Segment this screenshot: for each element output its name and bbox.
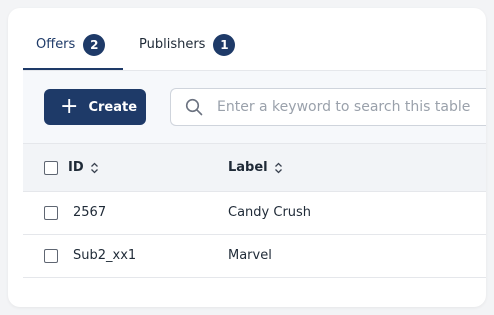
row-checkbox[interactable] — [44, 249, 58, 263]
offers-card: Offers 2 Publishers 1 + Create ID — [8, 8, 486, 307]
tab-offers[interactable]: Offers 2 — [23, 30, 123, 70]
create-button[interactable]: + Create — [44, 89, 146, 125]
select-all-checkbox[interactable] — [44, 161, 58, 175]
tab-publishers[interactable]: Publishers 1 — [139, 30, 236, 70]
tab-publishers-count-badge: 1 — [213, 34, 236, 56]
tab-offers-count-badge: 2 — [83, 34, 106, 56]
plus-icon: + — [60, 94, 79, 119]
sort-icon[interactable] — [274, 162, 283, 174]
column-header-id[interactable]: ID — [68, 160, 99, 175]
tab-bar: Offers 2 Publishers 1 — [23, 30, 486, 70]
table-row[interactable]: 2567 Candy Crush — [23, 192, 486, 235]
cell-id: 2567 — [73, 205, 107, 220]
table-row[interactable]: Sub2_xx1 Marvel — [23, 235, 486, 278]
offers-table: ID Label 2567 Candy Crush Sub2_xx1 Marve… — [23, 143, 486, 278]
cell-label: Candy Crush — [228, 205, 312, 220]
cell-label: Marvel — [228, 248, 272, 263]
column-header-label[interactable]: Label — [228, 160, 283, 175]
cell-id: Sub2_xx1 — [73, 248, 137, 263]
row-checkbox[interactable] — [44, 206, 58, 220]
table-toolbar: + Create — [23, 71, 486, 143]
column-header-label-text: Label — [228, 160, 268, 175]
column-header-id-label: ID — [68, 160, 84, 175]
tab-publishers-label: Publishers — [139, 37, 206, 52]
search-box — [170, 88, 486, 126]
create-button-label: Create — [88, 99, 138, 115]
table-header: ID Label — [23, 143, 486, 192]
search-icon — [185, 98, 203, 116]
sort-icon[interactable] — [90, 162, 99, 174]
tab-offers-label: Offers — [36, 37, 76, 52]
search-input[interactable] — [215, 98, 486, 116]
